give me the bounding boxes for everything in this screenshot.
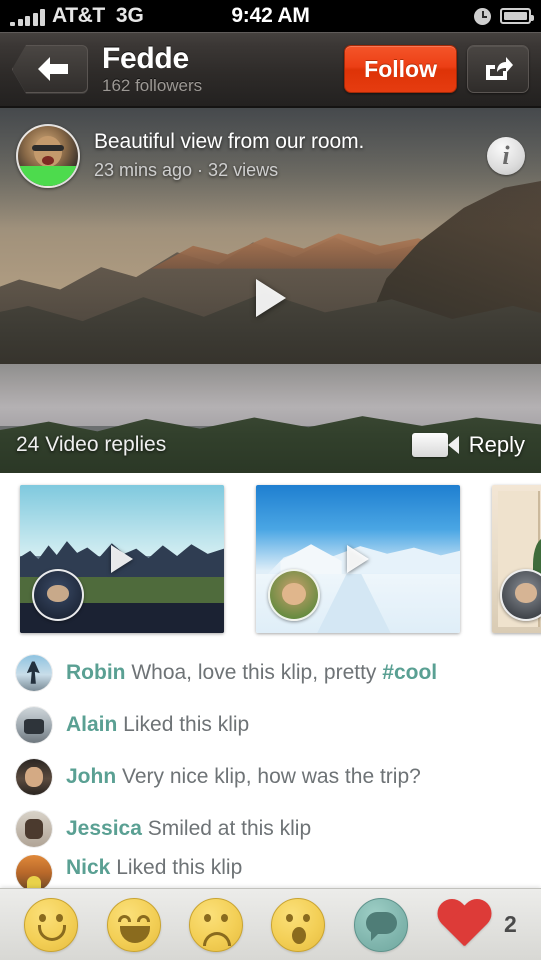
avatar xyxy=(16,811,52,847)
comment-author[interactable]: Nick xyxy=(66,856,110,879)
video-reply-city[interactable] xyxy=(20,485,224,633)
comment-text: Nick Liked this klip xyxy=(66,855,242,881)
like-count: 2 xyxy=(503,911,517,937)
comment-author[interactable]: John xyxy=(66,765,116,788)
surprised-emoji-button[interactable] xyxy=(271,897,326,952)
grin-emoji-button[interactable] xyxy=(106,897,161,952)
back-arrow-icon xyxy=(38,57,68,81)
followers-count: 162 followers xyxy=(102,75,203,95)
video-caption-group: Beautiful view from our room. 23 mins ag… xyxy=(94,129,487,182)
comment-text: Alain Liked this klip xyxy=(66,712,249,738)
battery-icon xyxy=(500,8,534,24)
reaction-toolbar: 2 xyxy=(0,888,541,960)
share-button[interactable] xyxy=(467,45,529,93)
comment-body: Liked this klip xyxy=(117,713,250,736)
list-item[interactable]: Jessica Smiled at this klip xyxy=(0,803,541,855)
comment-body: Whoa, love this klip, pretty xyxy=(125,661,383,684)
video-replies-strip[interactable] xyxy=(0,473,541,643)
app-root: AT&T 3G 9:42 AM Fedde 162 followers Foll… xyxy=(0,0,541,960)
follow-button[interactable]: Follow xyxy=(344,45,457,93)
reply-avatar-2 xyxy=(268,569,320,621)
clock-icon xyxy=(474,7,491,25)
status-bar-clock: 9:42 AM xyxy=(231,4,310,27)
video-header: Beautiful view from our room. 23 mins ag… xyxy=(0,108,541,203)
video-meta: 23 mins ago · 32 views xyxy=(94,160,279,180)
nav-bar: Fedde 162 followers Follow xyxy=(0,32,541,108)
hashtag-link[interactable]: #cool xyxy=(382,661,437,684)
video-replies-count: 24 Video replies xyxy=(16,433,167,456)
video-reply-snow[interactable] xyxy=(256,485,460,633)
play-icon xyxy=(347,545,369,573)
comment-text: John Very nice klip, how was the trip? xyxy=(66,764,421,790)
reply-label: Reply xyxy=(468,432,525,457)
back-button[interactable] xyxy=(12,45,88,93)
comment-text: Robin Whoa, love this klip, pretty #cool xyxy=(66,660,437,686)
heart-icon xyxy=(436,900,492,950)
list-item[interactable]: John Very nice klip, how was the trip? xyxy=(0,751,541,803)
avatar xyxy=(16,759,52,795)
play-icon xyxy=(111,545,133,573)
comment-author[interactable]: Alain xyxy=(66,713,117,736)
smile-emoji-button[interactable] xyxy=(24,897,79,952)
nav-title-group: Fedde 162 followers xyxy=(102,41,344,96)
list-item[interactable]: Alain Liked this klip xyxy=(0,699,541,751)
comment-text: Jessica Smiled at this klip xyxy=(66,816,311,842)
video-camera-icon xyxy=(411,433,459,457)
list-item[interactable]: Robin Whoa, love this klip, pretty #cool xyxy=(0,647,541,699)
comment-author[interactable]: Robin xyxy=(66,661,125,684)
comment-body: Liked this klip xyxy=(110,856,243,879)
video-caption: Beautiful view from our room. xyxy=(94,130,365,153)
like-button[interactable]: 2 xyxy=(436,900,517,950)
sad-emoji-button[interactable] xyxy=(188,897,243,952)
comment-body: Very nice klip, how was the trip? xyxy=(116,765,421,788)
video-player[interactable]: Beautiful view from our room. 23 mins ag… xyxy=(0,108,541,473)
play-icon[interactable] xyxy=(255,278,286,317)
video-reply-room[interactable] xyxy=(492,485,541,633)
avatar xyxy=(16,707,52,743)
video-footer: 24 Video replies Reply xyxy=(0,417,541,473)
reply-avatar-1 xyxy=(32,569,84,621)
comment-bubble-icon[interactable] xyxy=(353,897,408,952)
comments-list: Robin Whoa, love this klip, pretty #cool… xyxy=(0,643,541,889)
avatar xyxy=(16,655,52,691)
reply-button[interactable]: Reply xyxy=(411,432,525,458)
comment-author[interactable]: Jessica xyxy=(66,817,142,840)
status-bar-right xyxy=(474,7,534,25)
page-title: Fedde xyxy=(102,41,189,75)
info-icon[interactable]: i xyxy=(487,136,525,175)
poster-avatar[interactable] xyxy=(16,123,80,188)
share-icon xyxy=(486,57,513,80)
comment-body: Smiled at this klip xyxy=(141,817,312,840)
avatar xyxy=(16,855,52,889)
list-item[interactable]: Nick Liked this klip xyxy=(0,855,541,889)
status-bar: AT&T 3G 9:42 AM xyxy=(0,0,541,32)
